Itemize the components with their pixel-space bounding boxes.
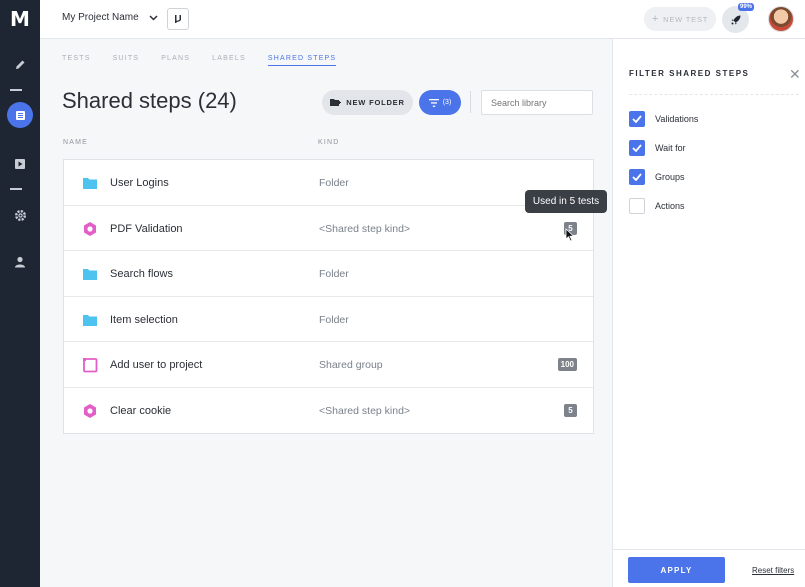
row-kind: Folder [319,177,349,189]
row-kind: Folder [319,268,349,280]
filter-option-label: Wait for [655,143,686,153]
hexagon-icon [84,221,96,236]
play-icon [15,159,25,169]
tab-suits[interactable]: SUITS [113,55,140,66]
apply-button[interactable]: APPLY [628,557,725,583]
tab-plans[interactable]: PLANS [161,55,190,66]
folder-icon [83,178,97,189]
table-row[interactable]: Clear cookie <Shared step kind> 5 [64,388,593,434]
row-kind: <Shared step kind> [319,222,411,235]
table-row[interactable]: User Logins Folder [64,160,593,206]
filter-icon [428,98,439,107]
filter-option-label: Validations [655,114,699,124]
nav-runs[interactable] [6,150,34,178]
usage-badge[interactable]: 5 [564,403,577,417]
checkbox[interactable] [629,111,645,127]
list-icon [15,110,25,120]
checkbox[interactable] [629,169,645,185]
new-test-button[interactable]: + NEW TEST [644,7,716,31]
rocket-button[interactable]: 99% [722,3,754,33]
filter-option-actions[interactable]: Actions [629,198,685,214]
table-row[interactable]: Search flows Folder [64,251,593,297]
filter-option-label: Actions [655,201,685,211]
search-input[interactable] [481,90,593,115]
filter-option-wait-for[interactable]: Wait for [629,140,686,156]
avatar[interactable] [768,6,794,32]
check-icon [632,115,642,123]
nav-library[interactable] [6,101,34,129]
add-folder-icon [330,99,342,106]
table-row[interactable]: PDF Validation <Shared step kind> 5 [64,206,593,251]
filter-option-label: Groups [655,172,685,182]
row-name: Add user to project [110,359,203,371]
tab-tests[interactable]: TESTS [62,55,91,66]
panel-divider [629,94,799,95]
rocket-icon [731,15,740,24]
usage-badge[interactable]: 100 [557,358,577,371]
folder-icon [83,269,97,280]
toolbar-divider [470,91,471,113]
page-title: Shared steps (24) [62,88,237,113]
folder-icon [83,314,97,326]
shared-steps-table: User Logins Folder PDF Validation <Share… [63,159,594,434]
check-icon [632,144,642,152]
project-selector[interactable]: My Project Name [62,12,158,23]
new-test-label: NEW TEST [663,14,709,24]
row-name: PDF Validation [110,222,183,235]
row-kind: <Shared step kind> [319,404,411,417]
reset-filters-link[interactable]: Reset filters [752,566,794,575]
project-name: My Project Name [62,12,139,23]
mouse-cursor-icon [565,228,575,242]
plus-icon: + [651,13,660,25]
branch-button[interactable] [167,8,189,30]
nav-edit[interactable] [6,51,34,79]
filter-count: (3) [442,99,452,106]
filter-panel: FILTER SHARED STEPS ✕ Validations Wait f… [612,39,805,587]
section-tabs: TESTS SUITS PLANS LABELS SHARED STEPS [62,55,358,66]
row-name: Item selection [110,313,178,326]
nav-divider [10,89,22,91]
new-folder-button[interactable]: NEW FOLDER [322,90,413,115]
filter-option-groups[interactable]: Groups [629,169,685,185]
tab-labels[interactable]: LABELS [212,55,246,66]
row-kind: Shared group [319,359,383,371]
row-kind: Folder [319,313,349,326]
usage-tooltip: Used in 5 tests [525,190,607,213]
chevron-down-icon [149,14,158,21]
filter-option-validations[interactable]: Validations [629,111,698,127]
filter-panel-title: FILTER SHARED STEPS [629,69,750,78]
gear-icon [14,209,26,221]
top-bar: My Project Name + NEW TEST 99% [40,0,805,39]
row-name: User Logins [110,177,169,189]
left-nav: M [0,0,40,587]
user-icon [15,256,25,268]
nav-divider [10,188,22,190]
table-row[interactable]: Add user to project Shared group 100 [64,342,593,388]
check-icon [632,173,642,181]
hexagon-icon [84,403,96,418]
column-header-kind[interactable]: KIND [318,139,340,146]
nav-profile[interactable] [6,248,34,276]
column-header-name[interactable]: NAME [63,139,88,146]
nav-settings[interactable] [6,201,34,229]
close-icon[interactable]: ✕ [789,66,801,83]
tab-shared-steps[interactable]: SHARED STEPS [267,55,337,66]
checkbox[interactable] [629,140,645,156]
row-name: Clear cookie [110,404,172,417]
progress-badge: 99% [737,3,754,11]
pencil-icon [16,60,25,69]
new-folder-label: NEW FOLDER [346,98,405,107]
table-row[interactable]: Item selection Folder [64,297,593,342]
group-icon [83,358,98,373]
checkbox[interactable] [629,198,645,214]
app-logo[interactable]: M [0,0,40,38]
filter-button[interactable]: (3) [419,90,461,115]
row-name: Search flows [110,268,173,280]
branch-icon [175,15,181,23]
